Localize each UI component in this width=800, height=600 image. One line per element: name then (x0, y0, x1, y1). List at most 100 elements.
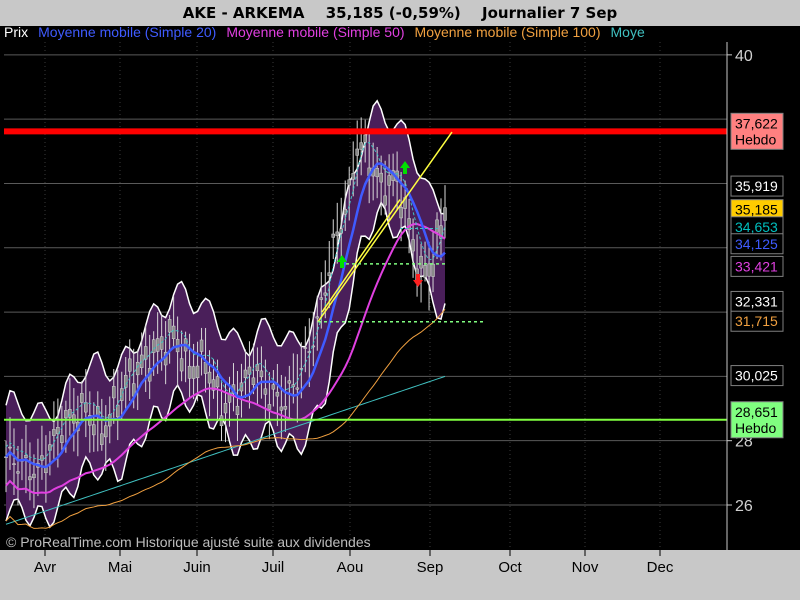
price-chart[interactable]: 40282637,622Hebdo35,91935,18534,65334,12… (0, 0, 800, 600)
candle-body (319, 297, 324, 300)
chart-legend: Prix Moyenne mobile (Simple 20) Moyenne mo… (4, 24, 655, 40)
candle-body (279, 406, 284, 411)
candle-body (379, 172, 383, 183)
candle-body (303, 347, 308, 349)
candle-body (191, 366, 196, 379)
price-label-4: 34,125 (735, 236, 778, 252)
month-label: Nov (572, 559, 599, 576)
candle-body (119, 388, 124, 401)
candle-body (387, 175, 391, 186)
month-label: Mai (108, 559, 132, 576)
price-label-5: 33,421 (735, 258, 778, 274)
price-label-9: 28,651 (735, 404, 778, 420)
candle-body (287, 380, 292, 384)
candle-body (359, 142, 363, 150)
candle-body (423, 265, 427, 278)
candle-body (207, 371, 212, 384)
price-label-8: 30,025 (735, 368, 778, 384)
candle-body (263, 388, 268, 395)
candle-body (331, 233, 336, 238)
candle-body (351, 173, 355, 180)
candle-body (283, 406, 288, 410)
legend-item-0: Prix (4, 24, 29, 40)
candle-body (44, 467, 48, 474)
candle-body (295, 387, 300, 390)
candle-body (215, 376, 220, 388)
candle-body (327, 272, 332, 276)
month-label: Sep (417, 559, 444, 576)
candle-body (399, 207, 403, 219)
candle-body (92, 424, 96, 436)
candle-body (223, 403, 228, 414)
price-label-1: 35,919 (735, 178, 778, 194)
candle-body (12, 463, 16, 465)
candle-body (143, 346, 148, 360)
candle-body (60, 435, 64, 443)
legend-item-2: Moyenne mobile (Simple 50) (226, 24, 405, 40)
candle-body (427, 263, 431, 277)
legend-item-1: Moyenne mobile (Simple 20) (38, 24, 217, 40)
candle-body (199, 339, 204, 352)
candle-body (64, 410, 68, 419)
price-label-sub-0: Hebdo (735, 131, 776, 147)
candle-body (32, 473, 36, 479)
candle-body (347, 179, 351, 186)
price-label-2: 35,185 (735, 202, 778, 218)
candle-body (323, 292, 328, 296)
price-label-0: 37,622 (735, 115, 778, 131)
candle-body (243, 369, 248, 379)
candle-body (127, 358, 132, 372)
plot-area (4, 42, 727, 550)
candle-body (431, 263, 435, 277)
candle-body (335, 231, 339, 237)
candle-body (112, 386, 116, 399)
footer-note: © ProRealTime.com Historique ajusté suit… (6, 534, 371, 550)
candle-body (443, 207, 447, 221)
candle-body (84, 402, 88, 413)
candle-body (123, 375, 128, 388)
candle-body (203, 362, 208, 374)
price-label-3: 34,653 (735, 219, 778, 235)
candle-body (16, 471, 20, 474)
legend-item-4: Moye (610, 24, 645, 40)
month-label: Dec (647, 559, 674, 576)
candle-body (100, 433, 104, 445)
candle-body (187, 365, 192, 379)
candle-body (80, 393, 84, 403)
candle-body (195, 365, 200, 379)
candle-body (383, 195, 387, 206)
price-label-sub-9: Hebdo (735, 420, 776, 436)
candle-body (251, 377, 256, 385)
candle-body (235, 405, 240, 416)
candle-body (419, 255, 423, 269)
candle-body (171, 325, 176, 339)
price-label-7: 31,715 (735, 313, 778, 329)
candle-body (271, 384, 276, 390)
month-label: Avr (34, 559, 56, 576)
candle-body (151, 339, 156, 353)
candle-body (267, 404, 272, 410)
month-label: Juil (262, 559, 285, 576)
candle-body (343, 209, 347, 215)
legend-item-3: Moyenne mobile (Simple 100) (414, 24, 601, 40)
candle-body (179, 358, 184, 372)
candle-body (275, 391, 280, 397)
candle-body (363, 134, 367, 143)
month-label: Aou (337, 559, 364, 576)
candle-body (259, 370, 264, 378)
candle-body (24, 454, 28, 459)
candle-body (411, 239, 415, 252)
candle-body (167, 319, 172, 333)
price-label-6: 32,331 (735, 293, 778, 309)
candle-body (291, 384, 296, 387)
candle-body (8, 446, 12, 449)
candle-body (28, 476, 32, 481)
price-tick-label: 40 (735, 48, 753, 65)
candle-body (104, 425, 108, 438)
candle-body (435, 219, 439, 233)
price-tick-label: 26 (735, 498, 753, 515)
month-label: Juin (183, 559, 211, 576)
candle-body (315, 316, 320, 319)
candle-body (375, 168, 379, 178)
candle-body (52, 429, 56, 436)
